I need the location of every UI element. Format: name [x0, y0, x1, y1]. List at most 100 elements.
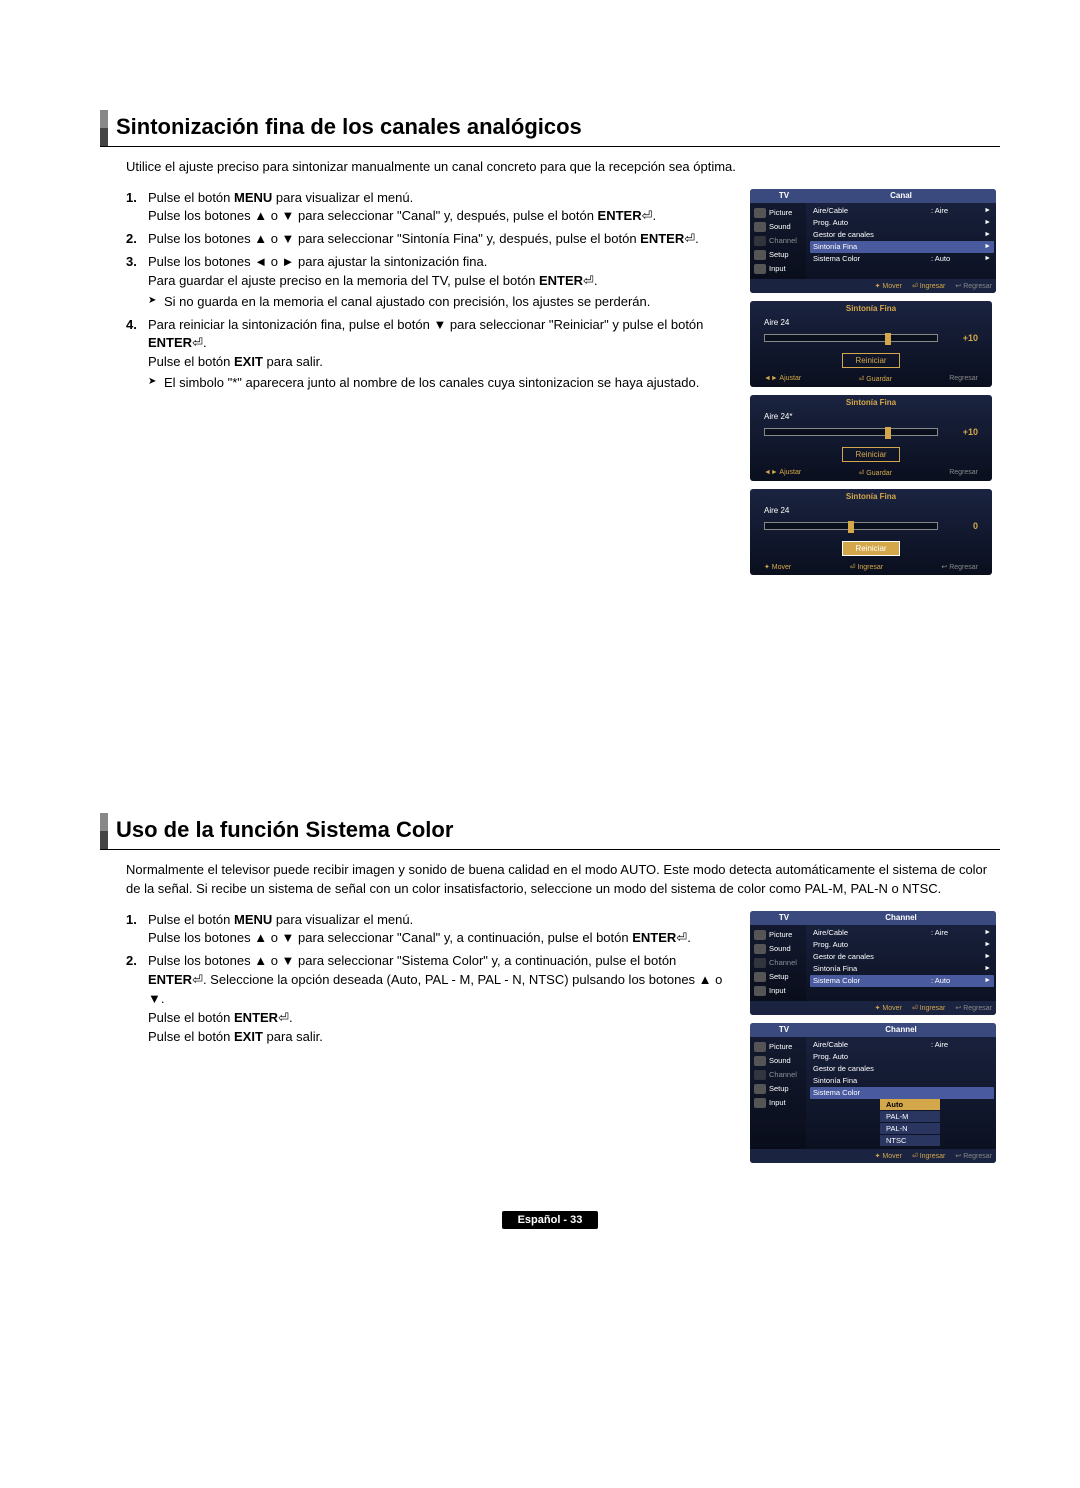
header-accent-bar: [100, 110, 108, 146]
section-header: Uso de la función Sistema Color: [100, 813, 1000, 850]
osd-row-label: Gestor de canales: [813, 1064, 931, 1073]
osd-ft-title: Sintonía Fina: [750, 395, 992, 410]
osd-footer-hint: ↩ Regresar: [941, 563, 978, 571]
osd-menu-screenshot: TVChannel Picture Sound Channel Setup Input Ai…: [750, 1023, 996, 1163]
osd-tab: Setup: [750, 970, 806, 984]
osd-ft-reset-label: Reiniciar: [842, 541, 899, 556]
osd-tab-label: Picture: [769, 930, 792, 939]
osd-footer-hint: ⏎ Ingresar: [912, 1152, 946, 1160]
step-text: Pulse los botones ▲ o ▼ para seleccionar…: [148, 230, 732, 249]
osd-tab-label: Channel: [769, 958, 797, 967]
osd-tab: Setup: [750, 1082, 806, 1096]
osd-column: TVCanalPictureSoundChannelSetupInputAire…: [750, 189, 1000, 583]
chevron-right-icon: ►: [981, 207, 991, 214]
chevron-right-icon: ►: [981, 941, 991, 948]
osd-menu-row: Aire/Cable: Aire: [810, 1039, 994, 1051]
osd-header-title: Channel: [812, 1025, 990, 1034]
section-intro: Utilice el ajuste preciso para sintoniza…: [126, 157, 1000, 177]
osd-row-value: : Auto: [931, 254, 981, 263]
osd-row-label: Aire/Cable: [813, 206, 931, 215]
osd-menu-row: Sintonía Fina►: [810, 241, 994, 253]
osd-tab-icon: [754, 944, 766, 954]
osd-finetune-screenshot: Sintonía FinaAire 24+10Reiniciar◄► Ajust…: [750, 301, 992, 387]
osd-finetune-screenshot: Sintonía FinaAire 24*+10Reiniciar◄► Ajus…: [750, 395, 992, 481]
osd-row-label: Sintonía Fina: [813, 964, 931, 973]
step-item: 1.Pulse el botón MENU para visualizar el…: [126, 189, 732, 227]
osd-row-label: Sintonía Fina: [813, 1076, 931, 1085]
osd-footer-hint: ↩ Regresar: [955, 282, 992, 290]
osd-header-title: Canal: [812, 191, 990, 200]
osd-menu-row: Prog. Auto►: [810, 217, 994, 229]
osd-menu-row: Prog. Auto: [810, 1051, 994, 1063]
step-item: 1.Pulse el botón MENU para visualizar el…: [126, 911, 732, 949]
step-item: 4.Para reiniciar la sintonización fina, …: [126, 316, 732, 393]
step-body: Pulse el botón MENU para visualizar el m…: [148, 911, 732, 949]
step-body: Pulse los botones ▲ o ▼ para seleccionar…: [148, 952, 732, 1046]
osd-tab: Channel: [750, 956, 806, 970]
step-number: 4.: [126, 316, 148, 393]
osd-header-tv: TV: [756, 191, 812, 200]
osd-tab: Channel: [750, 1068, 806, 1082]
step-text: Pulse los botones ◄ o ► para ajustar la …: [148, 253, 732, 291]
osd-tab-icon: [754, 1056, 766, 1066]
osd-tab-column: Picture Sound Channel Setup Input: [750, 1037, 806, 1149]
osd-header-title: Channel: [812, 913, 990, 922]
osd-row-label: Aire/Cable: [813, 1040, 931, 1049]
osd-tab-label: Setup: [769, 1084, 789, 1093]
osd-row-label: Gestor de canales: [813, 230, 931, 239]
osd-tab-icon: [754, 1098, 766, 1108]
osd-tab: Input: [750, 1096, 806, 1110]
osd-tab: Input: [750, 262, 806, 276]
osd-ft-thumb: [885, 427, 891, 439]
osd-tab-label: Setup: [769, 972, 789, 981]
osd-tab: Sound: [750, 942, 806, 956]
step-body: Pulse los botones ◄ o ► para ajustar la …: [148, 253, 732, 312]
step-text: Pulse los botones ▲ o ▼ para seleccionar…: [148, 952, 732, 1046]
step-text: Pulse el botón MENU para visualizar el m…: [148, 189, 732, 227]
osd-column: TVChannelPictureSoundChannelSetupInputAi…: [750, 911, 1000, 1171]
osd-tab-label: Channel: [769, 236, 797, 245]
osd-tab-icon: [754, 222, 766, 232]
osd-tab-icon: [754, 208, 766, 218]
osd-tab-icon: [754, 264, 766, 274]
osd-ft-slider-row: +10: [750, 423, 992, 441]
osd-footer-hint: ⏎ Ingresar: [912, 282, 946, 290]
osd-footer-hint: ⏎ Ingresar: [912, 1004, 946, 1012]
osd-row-label: Prog. Auto: [813, 218, 931, 227]
osd-header-tv: TV: [756, 913, 812, 922]
osd-row-label: Sistema Color: [813, 976, 931, 985]
header-accent-bar: [100, 813, 108, 849]
osd-tab-label: Picture: [769, 208, 792, 217]
osd-footer: ✦ Mover⏎ Ingresar↩ Regresar: [750, 279, 996, 293]
osd-ft-track: [764, 334, 938, 342]
note-arrow-icon: [148, 293, 164, 312]
osd-body: Aire/Cable: Aire►Prog. Auto►Gestor de ca…: [806, 925, 996, 1001]
step-text: Pulse el botón MENU para visualizar el m…: [148, 911, 732, 949]
osd-tab: Input: [750, 984, 806, 998]
step-note: Si no guarda en la memoria el canal ajus…: [148, 293, 732, 312]
section-title: Uso de la función Sistema Color: [116, 813, 453, 849]
step-item: 2.Pulse los botones ▲ o ▼ para seleccion…: [126, 952, 732, 1046]
osd-tab-icon: [754, 972, 766, 982]
chevron-right-icon: ►: [981, 953, 991, 960]
osd-row-label: Sistema Color: [813, 254, 931, 263]
osd-header: TVChannel: [750, 1023, 996, 1037]
osd-ft-reset: Reiniciar: [750, 353, 992, 368]
osd-tab-label: Picture: [769, 1042, 792, 1051]
osd-row-value: : Aire: [931, 206, 981, 215]
osd-option: PAL-N: [880, 1123, 940, 1134]
osd-tab-icon: [754, 958, 766, 968]
osd-footer-hint: ◄► Ajustar: [764, 375, 801, 383]
step-number: 2.: [126, 952, 148, 1046]
osd-tab-column: Picture Sound Channel Setup Input: [750, 925, 806, 1001]
chevron-right-icon: ►: [981, 255, 991, 262]
section-fine-tune: Sintonización fina de los canales analóg…: [100, 110, 1000, 583]
osd-tab-label: Sound: [769, 1056, 791, 1065]
osd-finetune-screenshot: Sintonía FinaAire 240Reiniciar✦ Mover⏎ I…: [750, 489, 992, 575]
osd-menu-row: Gestor de canales►: [810, 229, 994, 241]
step-item: 3.Pulse los botones ◄ o ► para ajustar l…: [126, 253, 732, 312]
osd-option: Auto: [880, 1099, 940, 1110]
page-footer: Español - 33: [100, 1211, 1000, 1226]
osd-footer-hint: Regresar: [949, 469, 978, 477]
osd-ft-slider-row: +10: [750, 329, 992, 347]
